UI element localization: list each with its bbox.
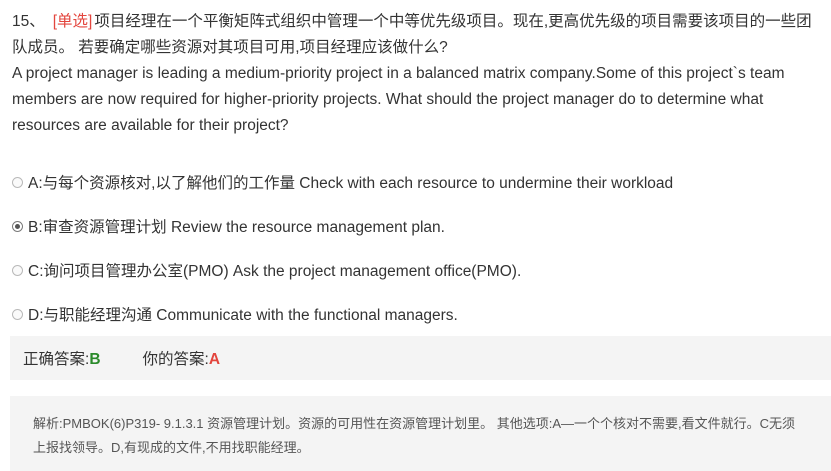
your-answer-value: A xyxy=(208,351,221,368)
option-b[interactable]: B:审查资源管理计划 Review the resource managemen… xyxy=(12,204,827,248)
option-c-label: C:询问项目管理办公室(PMO) Ask the project managem… xyxy=(28,263,522,280)
option-a[interactable]: A:与每个资源核对,以了解他们的工作量 Check with each reso… xyxy=(12,160,827,204)
correct-answer-value: B xyxy=(89,351,101,368)
question-type-tag: [单选] xyxy=(52,13,93,30)
option-a-radio[interactable] xyxy=(12,176,23,188)
option-d-radio[interactable] xyxy=(12,308,23,320)
option-d[interactable]: D:与职能经理沟通 Communicate with the functiona… xyxy=(12,292,827,336)
your-answer-label: 你的答案: xyxy=(142,351,209,368)
question-stem: 15、 [单选] 项目经理在一个平衡矩阵式组织中管理一个中等优先级项目。现在,更高优… xyxy=(12,9,827,139)
correct-answer-label: 正确答案: xyxy=(23,351,90,368)
analysis-panel: 解析:PMBOK(6)P319- 9.1.3.1 资源管理计划。资源的可用性在资… xyxy=(10,396,831,471)
option-b-radio[interactable] xyxy=(12,220,23,232)
question-text-cn: 项目经理在一个平衡矩阵式组织中管理一个中等优先级项目。现在,更高优先级的项目需要… xyxy=(12,13,812,56)
option-d-label: D:与职能经理沟通 Communicate with the functiona… xyxy=(28,307,458,324)
answer-options: A:与每个资源核对,以了解他们的工作量 Check with each reso… xyxy=(12,160,827,336)
question-text-en: A project manager is leading a medium-pr… xyxy=(12,65,785,134)
correct-answer: 正确答案:B xyxy=(23,347,101,369)
answer-result-bar: 正确答案:B 你的答案:A xyxy=(10,336,831,380)
your-answer: 你的答案:A xyxy=(143,347,221,369)
option-a-label: A:与每个资源核对,以了解他们的工作量 Check with each reso… xyxy=(28,175,674,192)
option-b-label: B:审查资源管理计划 Review the resource managemen… xyxy=(28,219,445,236)
analysis-text: 解析:PMBOK(6)P319- 9.1.3.1 资源管理计划。资源的可用性在资… xyxy=(33,416,796,455)
option-c[interactable]: C:询问项目管理办公室(PMO) Ask the project managem… xyxy=(12,248,827,292)
option-c-radio[interactable] xyxy=(12,264,23,276)
question-number: 15、 xyxy=(12,13,45,30)
